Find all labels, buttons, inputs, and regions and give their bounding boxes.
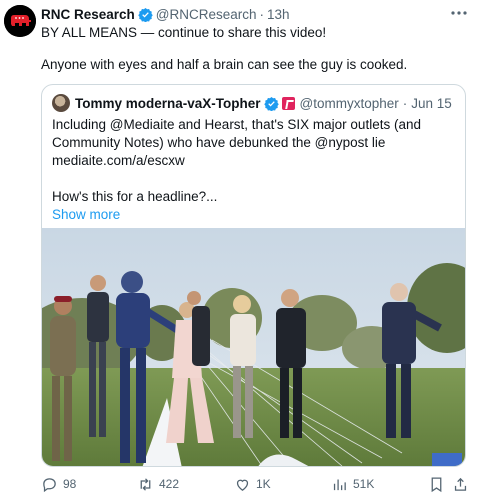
flag-badge-icon [281,96,295,110]
quote-time[interactable]: Jun 15 [411,96,452,111]
share-icon [454,477,467,491]
tweet[interactable]: RNC Research @RNCResearch · 13h BY ALL M… [0,0,484,500]
quoted-tweet[interactable]: Tommy moderna-vaX-Topher @tommyxtopher ·… [41,84,466,467]
views-count: 51K [353,477,375,491]
share-button[interactable] [452,474,469,494]
author-avatar[interactable] [4,5,36,37]
repost-count: 422 [159,477,180,491]
tweet-text-line2: Anyone with eyes and half a brain can se… [41,57,408,72]
reply-icon [43,477,56,492]
quote-avatar[interactable] [52,94,70,112]
heart-icon [236,479,249,491]
video-frame [42,228,465,466]
reply-button[interactable]: 98 [41,474,76,494]
repost-icon [140,477,151,491]
verified-badge-icon [263,96,279,111]
bookmark-icon [431,476,442,492]
repost-button[interactable]: 422 [137,474,179,494]
quote-header: Tommy moderna-vaX-Topher @tommyxtopher ·… [52,94,452,112]
like-button[interactable]: 1K [234,474,271,494]
quote-video[interactable] [42,228,465,466]
verified-badge-icon [138,7,153,22]
tweet-text-line1: BY ALL MEANS — continue to share this vi… [41,25,327,40]
tweet-time[interactable]: 13h [267,7,290,22]
tweet-actions: 98 422 1K 51K [41,474,469,494]
quote-author-handle[interactable]: @tommyxtopher [300,96,399,111]
show-more-link[interactable]: Show more [52,206,120,224]
separator-dot: · [259,6,265,22]
quote-author-name[interactable]: Tommy moderna-vaX-Topher [75,96,261,111]
author-name[interactable]: RNC Research [41,7,135,22]
tweet-header: RNC Research @RNCResearch · 13h [41,5,290,23]
views-icon [333,479,346,490]
views-button[interactable]: 51K [331,474,374,494]
reply-count: 98 [63,477,77,491]
quote-link[interactable]: mediaite.com/a/escxw [52,152,185,170]
elephant-logo-icon [4,5,36,37]
bookmark-button[interactable] [428,474,445,494]
more-options-icon[interactable] [450,6,468,20]
quote-text-line1: Including @Mediaite and Hearst, that's S… [52,117,421,132]
like-count: 1K [256,477,271,491]
quote-text-line2: Community Notes) who have debunked the @… [52,135,386,150]
quote-text-line4: How's this for a headline?... [52,189,218,204]
separator-dot: · [402,95,408,111]
author-handle[interactable]: @RNCResearch [156,7,257,22]
